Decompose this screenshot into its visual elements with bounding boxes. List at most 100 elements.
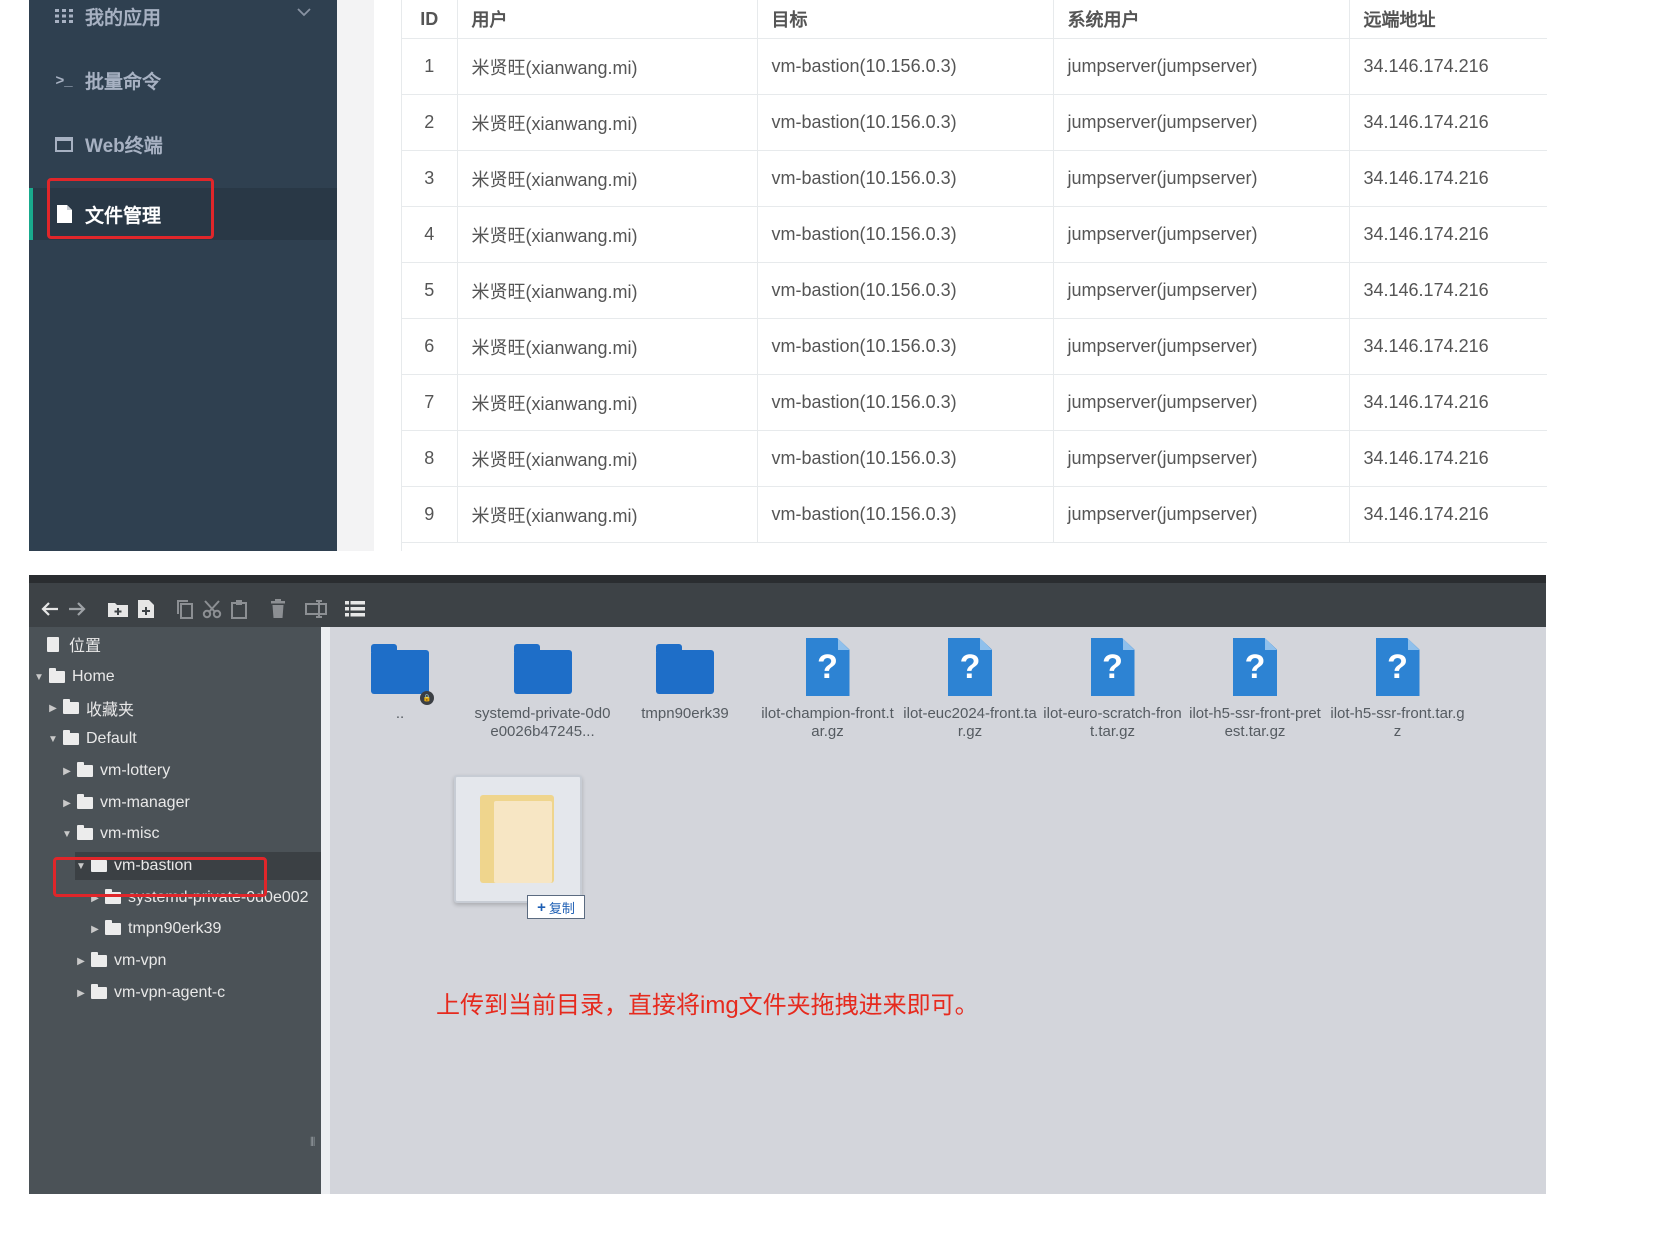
triangle-right-icon[interactable]: ▶ [61,798,73,809]
blue-folder-icon: 🔒 [330,635,470,705]
copy-drop-hint: + 复制 [527,895,585,919]
copy-hint-label: 复制 [548,900,575,916]
triangle-right-icon[interactable]: ▶ [47,703,59,714]
table-row[interactable]: 4 米贤旺(xianwang.mi) vm-bastion(10.156.0.3) j… [402,206,1547,263]
file-item[interactable]: ? ilot-champion-front.tar.gz [758,635,898,741]
paste-icon[interactable] [226,596,252,622]
folder-shape [656,644,714,694]
cell-id: 9 [402,486,458,543]
table-row[interactable]: 7 米贤旺(xianwang.mi) vm-bastion(10.156.0.3) j… [402,374,1547,431]
tree-node-label: 位置 [69,638,102,655]
tree-node-vm-lottery[interactable]: ▶ vm-lottery [61,757,170,785]
yellow-folder-icon [480,795,554,883]
cell-id: 2 [402,94,458,151]
cell-remote-addr: 34.146.174.216 [1349,374,1547,431]
table-row[interactable]: 9 米贤旺(xianwang.mi) vm-bastion(10.156.0.3) j… [402,486,1547,543]
triangle-right-icon[interactable]: ▶ [61,766,73,777]
tree-node-[interactable]: 位置 [47,630,101,658]
back-icon[interactable] [37,596,63,622]
cell-target: vm-bastion(10.156.0.3) [757,38,1054,95]
rename-icon[interactable] [303,596,329,622]
folder-shape [513,644,572,694]
tree-node-label: vm-vpn-agent-c [114,984,226,1001]
tree-node-default[interactable]: ▼ Default [47,725,137,753]
triangle-down-icon[interactable]: ▼ [47,734,59,745]
cell-id: 1 [402,38,458,95]
nav-item-my-apps[interactable]: 我的应用 [29,0,337,36]
triangle-right-icon[interactable]: ▶ [75,988,87,999]
question-mark-glyph: ? [1233,638,1277,696]
nav-item-batch-command[interactable]: >_ 批量命令 [29,60,337,100]
folder-item[interactable]: systemd-private-0d0e0026b47245... [473,635,613,741]
unknown-file-icon: ? [1043,635,1183,699]
file-name: ilot-champion-front.tar.gz [761,705,894,740]
tree-node-vm-misc[interactable]: ▼ vm-misc [61,820,160,848]
new-folder-icon[interactable] [105,596,131,622]
file-item[interactable]: ? ilot-h5-ssr-front.tar.gz [1328,635,1468,741]
delete-icon[interactable] [265,596,291,622]
cell-target: vm-bastion(10.156.0.3) [757,486,1054,543]
cell-user: 米贤旺(xianwang.mi) [457,206,758,263]
file-item[interactable]: ? ilot-euro-scratch-front.tar.gz [1043,635,1183,741]
tree-node-label: tmpn90erk39 [128,920,222,937]
triangle-right-icon[interactable]: ▶ [89,924,101,935]
cell-id: 3 [402,150,458,207]
new-file-icon[interactable] [133,596,159,622]
tree-node-vm-vpn-agent-c[interactable]: ▶ vm-vpn-agent-c [75,979,225,1007]
tree-node-[interactable]: ▶ 收藏夹 [47,694,134,722]
tree-node-home[interactable]: ▼ Home [33,663,115,691]
table-row[interactable]: 2 米贤旺(xianwang.mi) vm-bastion(10.156.0.3) j… [402,94,1547,151]
cell-user: 米贤旺(xianwang.mi) [457,486,758,543]
question-mark-glyph: ? [948,638,992,696]
session-table: ID 用户 目标 系统用户 远端地址 1 米贤旺(xianwang.mi) vm-b… [401,0,1547,551]
file-name: .. [395,705,405,722]
cell-remote-addr: 34.146.174.216 [1349,38,1547,95]
file-name: ilot-h5-ssr-front-pretest.tar.gz [1189,705,1321,740]
tree-node-label: 收藏夹 [86,702,135,719]
folder-icon [77,794,93,809]
unknown-file-icon: ? [1328,635,1468,699]
chevron-down-icon [297,4,311,22]
column-header-id[interactable]: ID [402,0,458,39]
column-header-user[interactable]: 用户 [457,0,758,39]
cell-target: vm-bastion(10.156.0.3) [757,374,1054,431]
column-header-system-user[interactable]: 系统用户 [1053,0,1350,39]
table-row[interactable]: 5 米贤旺(xianwang.mi) vm-bastion(10.156.0.3) j… [402,262,1547,319]
cut-icon[interactable] [199,596,225,622]
resize-handle-icon[interactable]: ⦀ [310,1135,315,1150]
cell-target: vm-bastion(10.156.0.3) [757,262,1054,319]
tree-scrollbar[interactable] [321,627,330,1194]
copy-icon[interactable] [172,596,198,622]
current-directory-view: 🔒.. systemd-private-0d0e0026b47245... tmpn… [330,627,1546,1194]
unknown-file-icon: ? [1185,635,1325,699]
tree-node-vm-manager[interactable]: ▶ vm-manager [61,789,190,817]
triangle-down-icon[interactable]: ▼ [33,672,45,683]
table-row[interactable]: 3 米贤旺(xianwang.mi) vm-bastion(10.156.0.3) j… [402,150,1547,207]
nav-label: 我的应用 [85,7,162,29]
table-row[interactable]: 6 米贤旺(xianwang.mi) vm-bastion(10.156.0.3) j… [402,318,1547,375]
file-item[interactable]: ? ilot-h5-ssr-front-pretest.tar.gz [1185,635,1325,741]
file-manager-toolbar [29,575,1546,627]
file-name: tmpn90erk39 [641,705,729,722]
folder-item[interactable]: 🔒.. [330,635,470,723]
nav-item-web-terminal[interactable]: Web终端 [29,124,337,164]
file-item[interactable]: ? ilot-euc2024-front.tar.gz [900,635,1040,741]
triangle-down-icon[interactable]: ▼ [61,829,73,840]
table-row[interactable]: 1 米贤旺(xianwang.mi) vm-bastion(10.156.0.3) j… [402,38,1547,95]
cell-user: 米贤旺(xianwang.mi) [457,38,758,95]
folder-icon [91,952,107,967]
view-list-icon[interactable] [342,596,368,622]
forward-icon[interactable] [64,596,90,622]
table-row[interactable]: 8 米贤旺(xianwang.mi) vm-bastion(10.156.0.3) j… [402,430,1547,487]
file-name: ilot-h5-ssr-front.tar.gz [1330,705,1465,740]
column-header-remote-addr[interactable]: 远端地址 [1349,0,1547,39]
column-header-target[interactable]: 目标 [757,0,1054,39]
tree-node-tmpn90erk39[interactable]: ▶ tmpn90erk39 [89,915,221,943]
cell-id: 8 [402,430,458,487]
tree-node-vm-vpn[interactable]: ▶ vm-vpn [75,947,166,975]
triangle-right-icon[interactable]: ▶ [75,956,87,967]
cell-system-user: jumpserver(jumpserver) [1053,262,1350,319]
cell-remote-addr: 34.146.174.216 [1349,430,1547,487]
folder-item[interactable]: tmpn90erk39 [615,635,755,723]
folder-icon [49,668,65,683]
